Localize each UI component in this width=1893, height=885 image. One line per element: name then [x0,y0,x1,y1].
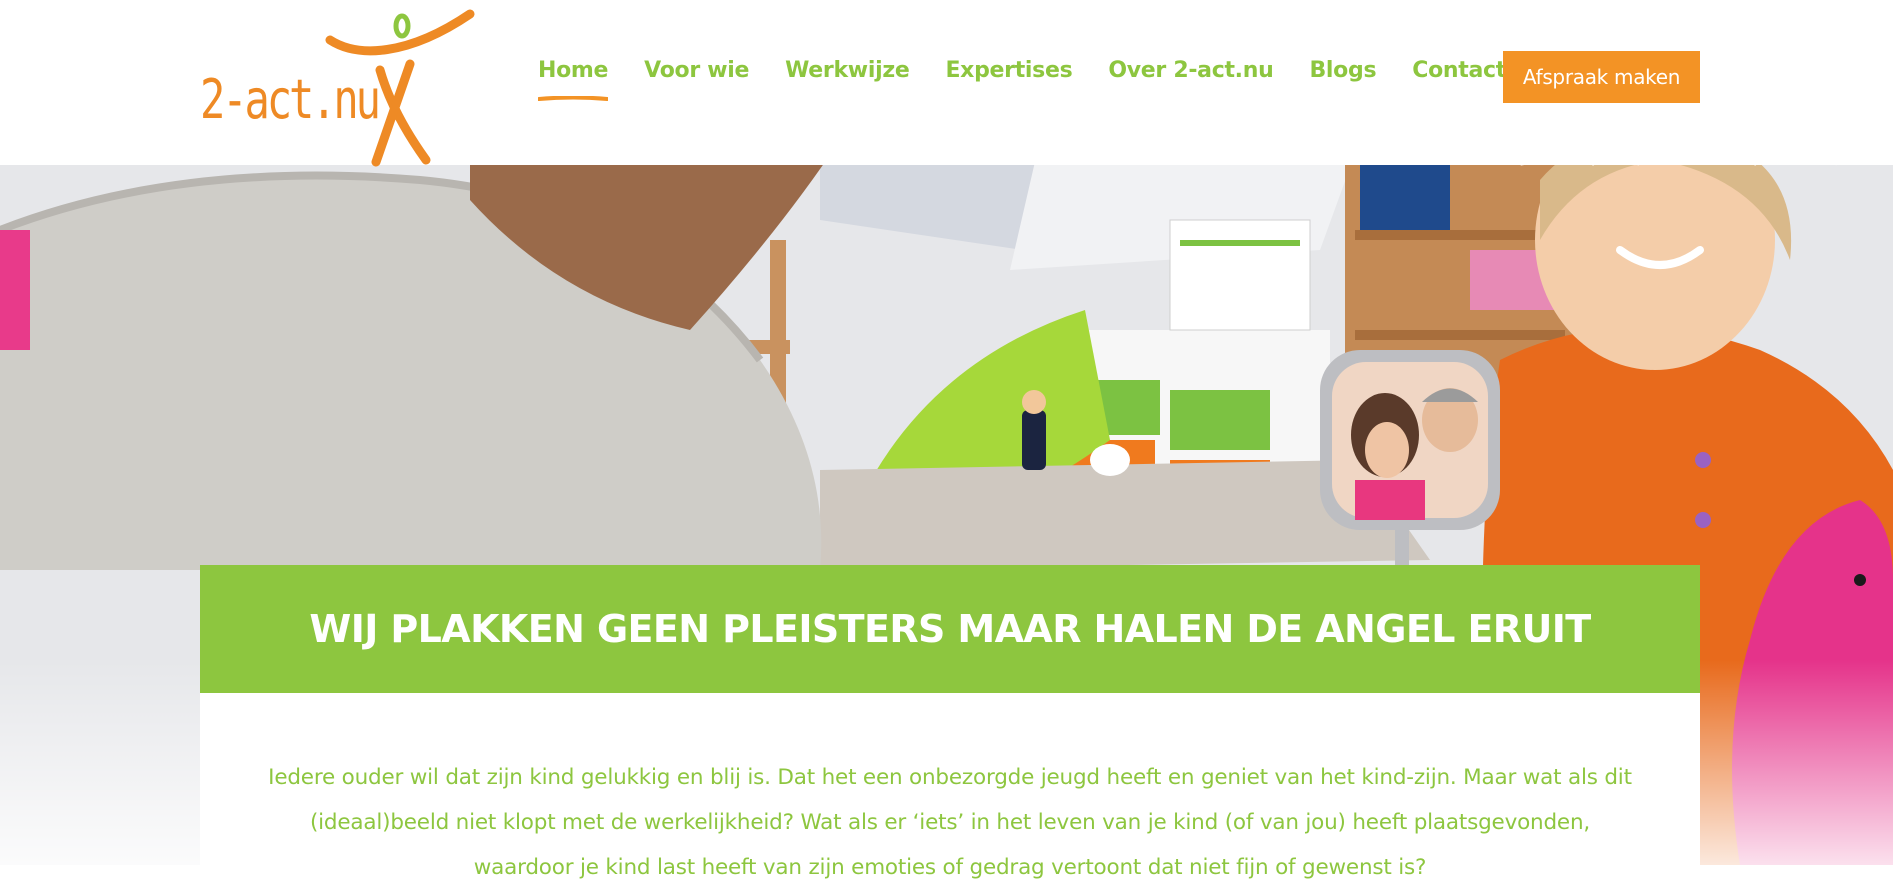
nav-item-label: Contact [1412,58,1506,83]
nav-item-blogs[interactable]: Blogs [1309,58,1376,83]
page-headline: WIJ PLAKKEN GEEN PLEISTERS MAAR HALEN DE… [309,607,1591,651]
nav-item-label: Home [538,58,609,83]
logo-figure-icon [325,9,475,167]
intro-line: (ideaal)beeld niet klopt met de werkelij… [309,810,1591,835]
nav-item-label: Voor wie [644,58,750,83]
site-header: 2-act.nu Home Voor wie Werkwijze Experti… [0,0,1893,168]
intro-text: Iedere ouder wil dat zijn kind gelukkig … [230,755,1670,885]
nav-item-label: Blogs [1309,58,1377,83]
nav-item-contact[interactable]: Contact [1412,58,1506,83]
intro-line: waardoor je kind last heeft van zijn emo… [473,855,1427,880]
appointment-button[interactable]: Afspraak maken [1503,51,1700,103]
active-underline [538,96,609,101]
nav-item-label: Expertises [945,58,1073,83]
intro-line: Iedere ouder wil dat zijn kind gelukkig … [268,765,1632,790]
nav-item-werkwijze[interactable]: Werkwijze [785,58,910,83]
nav-item-expertises[interactable]: Expertises [945,58,1072,83]
main-nav: Home Voor wie Werkwijze Expertises Over … [538,58,1542,101]
logo[interactable]: 2-act.nu [198,8,478,168]
nav-item-over[interactable]: Over 2-act.nu [1108,58,1273,83]
nav-item-home[interactable]: Home [538,58,609,101]
intro-box: Iedere ouder wil dat zijn kind gelukkig … [200,693,1700,885]
nav-item-voor-wie[interactable]: Voor wie [644,58,749,83]
headline-banner: WIJ PLAKKEN GEEN PLEISTERS MAAR HALEN DE… [200,565,1700,693]
nav-item-label: Over 2-act.nu [1108,58,1274,83]
nav-item-label: Werkwijze [785,58,910,83]
